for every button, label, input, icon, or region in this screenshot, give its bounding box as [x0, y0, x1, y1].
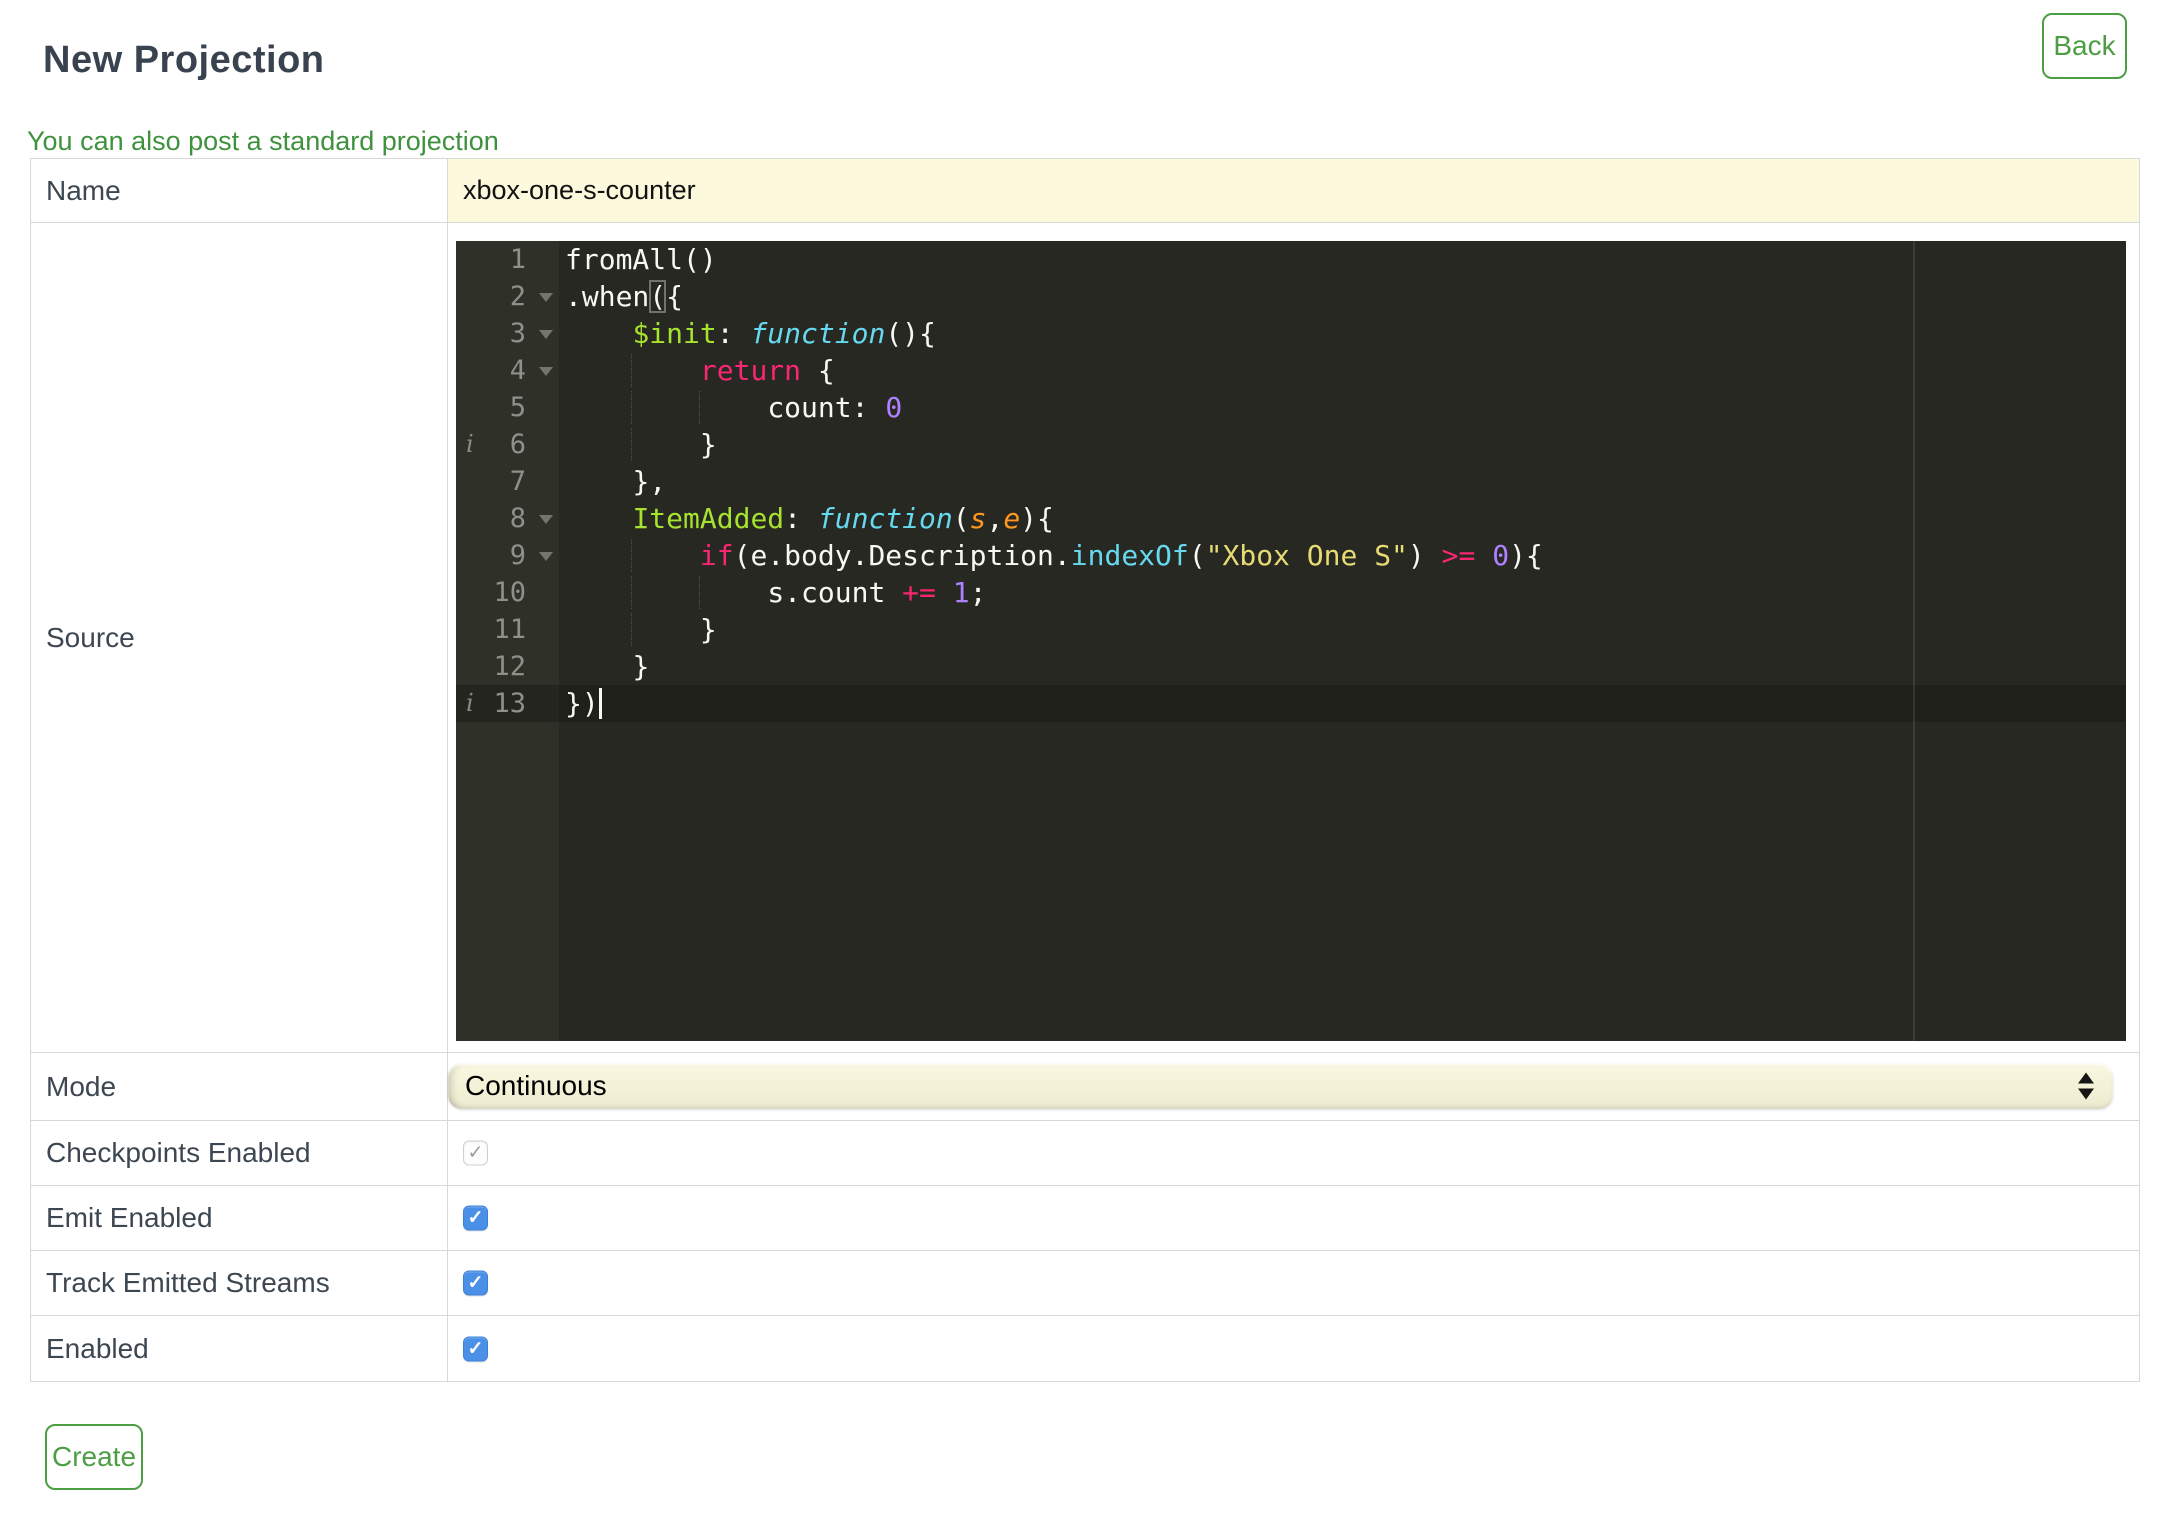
track-label: Track Emitted Streams	[31, 1251, 448, 1315]
code-line[interactable]: .when({	[559, 278, 2126, 315]
code-line[interactable]: s.count += 1;	[559, 574, 2126, 611]
line-number: 11	[493, 614, 526, 645]
page-title: New Projection	[43, 39, 325, 82]
mode-row: Mode Continuous	[31, 1053, 2139, 1121]
create-button[interactable]: Create	[45, 1424, 143, 1490]
source-label: Source	[31, 223, 448, 1052]
gutter-cell: 5	[456, 389, 559, 426]
enabled-label: Enabled	[31, 1316, 448, 1381]
info-annotation-icon: i	[466, 430, 474, 458]
fold-arrow-icon[interactable]	[539, 293, 553, 302]
code-line[interactable]: }	[559, 611, 2126, 648]
emit-enabled-checkbox[interactable]: ✓	[463, 1205, 488, 1231]
line-number: 1	[509, 244, 526, 275]
mode-label: Mode	[31, 1053, 448, 1120]
code-line[interactable]: }	[559, 426, 2126, 463]
source-row: Source 1 2 3 4 5 i 6 7 8 9 10 11 12 i 13 fromAll() .whe…	[31, 223, 2139, 1053]
line-number: 3	[509, 318, 526, 349]
check-icon: ✓	[467, 1207, 484, 1229]
mode-selected-value: Continuous	[465, 1070, 607, 1101]
name-row: Name	[31, 159, 2139, 223]
gutter-cell: 10	[456, 574, 559, 611]
line-number: 2	[509, 281, 526, 312]
line-number: 8	[509, 503, 526, 534]
check-icon: ✓	[467, 1142, 484, 1164]
code-line[interactable]: ItemAdded: function(s,e){	[559, 500, 2126, 537]
check-icon: ✓	[467, 1338, 484, 1359]
gutter-cell: 3	[456, 315, 559, 352]
back-button[interactable]: Back	[2042, 13, 2127, 79]
gutter-cell: 12	[456, 648, 559, 685]
line-number: 5	[509, 392, 526, 423]
code-line[interactable]: if(e.body.Description.indexOf("Xbox One …	[559, 537, 2126, 574]
editor-gutter: 1 2 3 4 5 i 6 7 8 9 10 11 12 i 13	[456, 241, 559, 1041]
line-number: 7	[509, 466, 526, 497]
gutter-cell: 8	[456, 500, 559, 537]
line-number: 6	[509, 429, 526, 460]
code-line[interactable]: return {	[559, 352, 2126, 389]
line-number: 4	[509, 355, 526, 386]
gutter-cell: 11	[456, 611, 559, 648]
code-line[interactable]: }	[559, 648, 2126, 685]
source-code-editor[interactable]: 1 2 3 4 5 i 6 7 8 9 10 11 12 i 13 fromAll() .when({ $in…	[456, 241, 2126, 1041]
info-annotation-icon: i	[466, 689, 474, 717]
gutter-cell: 2	[456, 278, 559, 315]
fold-arrow-icon[interactable]	[539, 367, 553, 376]
track-row: Track Emitted Streams ✓	[31, 1251, 2139, 1316]
name-input[interactable]	[448, 159, 2139, 222]
gutter-cell: 1	[456, 241, 559, 278]
code-line[interactable]: fromAll()	[559, 241, 2126, 278]
gutter-cell: 7	[456, 463, 559, 500]
arrow-down-icon	[2078, 1088, 2094, 1100]
line-number: 10	[493, 577, 526, 608]
code-line[interactable]: },	[559, 463, 2126, 500]
gutter-cell: i 13	[456, 685, 559, 722]
fold-arrow-icon[interactable]	[539, 552, 553, 561]
projection-form-table: Name Source 12345i6789101112i13 fromAll(…	[30, 158, 2140, 1382]
fold-arrow-icon[interactable]	[539, 330, 553, 339]
code-line[interactable]: count: 0	[559, 389, 2126, 426]
checkpoints-row: Checkpoints Enabled ✓	[31, 1121, 2139, 1186]
checkpoints-enabled-checkbox: ✓	[463, 1140, 488, 1166]
emit-label: Emit Enabled	[31, 1186, 448, 1250]
enabled-row: Enabled ✓	[31, 1316, 2139, 1381]
enabled-checkbox[interactable]: ✓	[463, 1336, 488, 1361]
code-line[interactable]: $init: function(){	[559, 315, 2126, 352]
gutter-cell: 4	[456, 352, 559, 389]
track-emitted-streams-checkbox[interactable]: ✓	[463, 1270, 488, 1296]
emit-row: Emit Enabled ✓	[31, 1186, 2139, 1251]
code-line[interactable]: })	[559, 685, 2126, 722]
text-cursor	[598, 687, 602, 719]
line-number: 13	[493, 688, 526, 719]
line-number: 12	[493, 651, 526, 682]
gutter-cell: i6	[456, 426, 559, 463]
check-icon: ✓	[467, 1272, 484, 1294]
standard-projection-link[interactable]: You can also post a standard projection	[27, 126, 499, 157]
line-number: 9	[509, 540, 526, 571]
checkpoints-label: Checkpoints Enabled	[31, 1121, 448, 1185]
gutter-cell: 9	[456, 537, 559, 574]
select-stepper-icon	[2078, 1072, 2094, 1100]
mode-select[interactable]: Continuous	[448, 1063, 2113, 1109]
fold-arrow-icon[interactable]	[539, 515, 553, 524]
editor-code[interactable]: fromAll() .when({ $init: function(){ retu…	[559, 241, 2126, 1041]
name-label: Name	[31, 159, 448, 222]
arrow-up-icon	[2078, 1072, 2094, 1084]
